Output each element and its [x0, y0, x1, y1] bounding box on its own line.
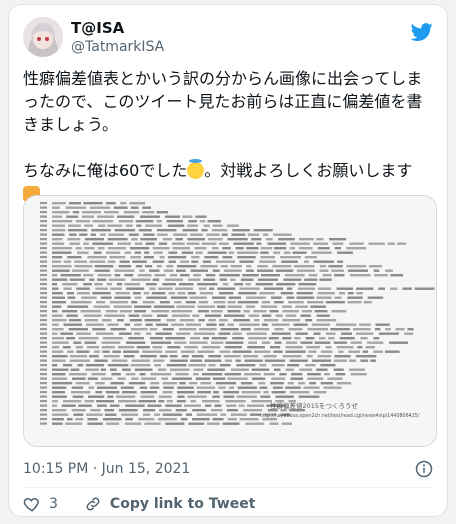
- tweet-text-segment: 。対戦よろしくお願いします: [204, 161, 413, 180]
- info-icon[interactable]: [415, 460, 433, 478]
- smiling-face-with-halo-emoji-icon: [187, 159, 205, 179]
- avatar[interactable]: [23, 17, 63, 57]
- copy-link-label: Copy link to Tweet: [109, 496, 256, 512]
- like-button[interactable]: 3: [23, 495, 58, 513]
- tweet-text-segment: ちなみに俺は60でした: [23, 161, 188, 180]
- tweet-timestamp[interactable]: 10:15 PM · Jun 15, 2021: [23, 461, 190, 477]
- tweet-text-line: 性癖偏差値表とかいう訳の分からん画像に出会ってしま: [23, 69, 423, 88]
- divider: [23, 487, 433, 488]
- attached-image[interactable]: 性癖偏差値2015をつくろうぜ http://hayabusa.open2ch.…: [23, 195, 437, 447]
- tweet-text-line: ったので、このツイート見たお前らは正直に偏差値を書: [23, 92, 423, 111]
- copy-link-button[interactable]: Copy link to Tweet: [84, 495, 255, 513]
- display-name[interactable]: T@ISA: [71, 19, 124, 37]
- tweet-text-line: ちなみに俺は60でした 。対戦よろしくお願いします: [23, 159, 435, 182]
- like-count: 3: [49, 496, 58, 512]
- action-bar: 3 Copy link to Tweet: [23, 492, 281, 516]
- image-credit-line: 性癖偏差値2015をつくろうぜ: [270, 401, 359, 410]
- bird-logo-icon[interactable]: [411, 21, 433, 43]
- tweet-card: T@ISA @TatmarkISA 性癖偏差値表とかいう訳の分からん画像に出会っ…: [8, 4, 448, 517]
- user-handle[interactable]: @TatmarkISA: [71, 39, 164, 55]
- tweet-text-line: きましょう。: [23, 115, 119, 134]
- link-icon: [86, 497, 100, 511]
- tweet-text: 性癖偏差値表とかいう訳の分からん画像に出会ってしま ったので、このツイート見たお…: [23, 67, 435, 205]
- heart-icon: [23, 497, 39, 512]
- deviation-chart-image: 性癖偏差値2015をつくろうぜ http://hayabusa.open2ch.…: [24, 196, 436, 446]
- image-credit-url: http://hayabusa.open2ch.net/test/read.cg…: [260, 413, 420, 419]
